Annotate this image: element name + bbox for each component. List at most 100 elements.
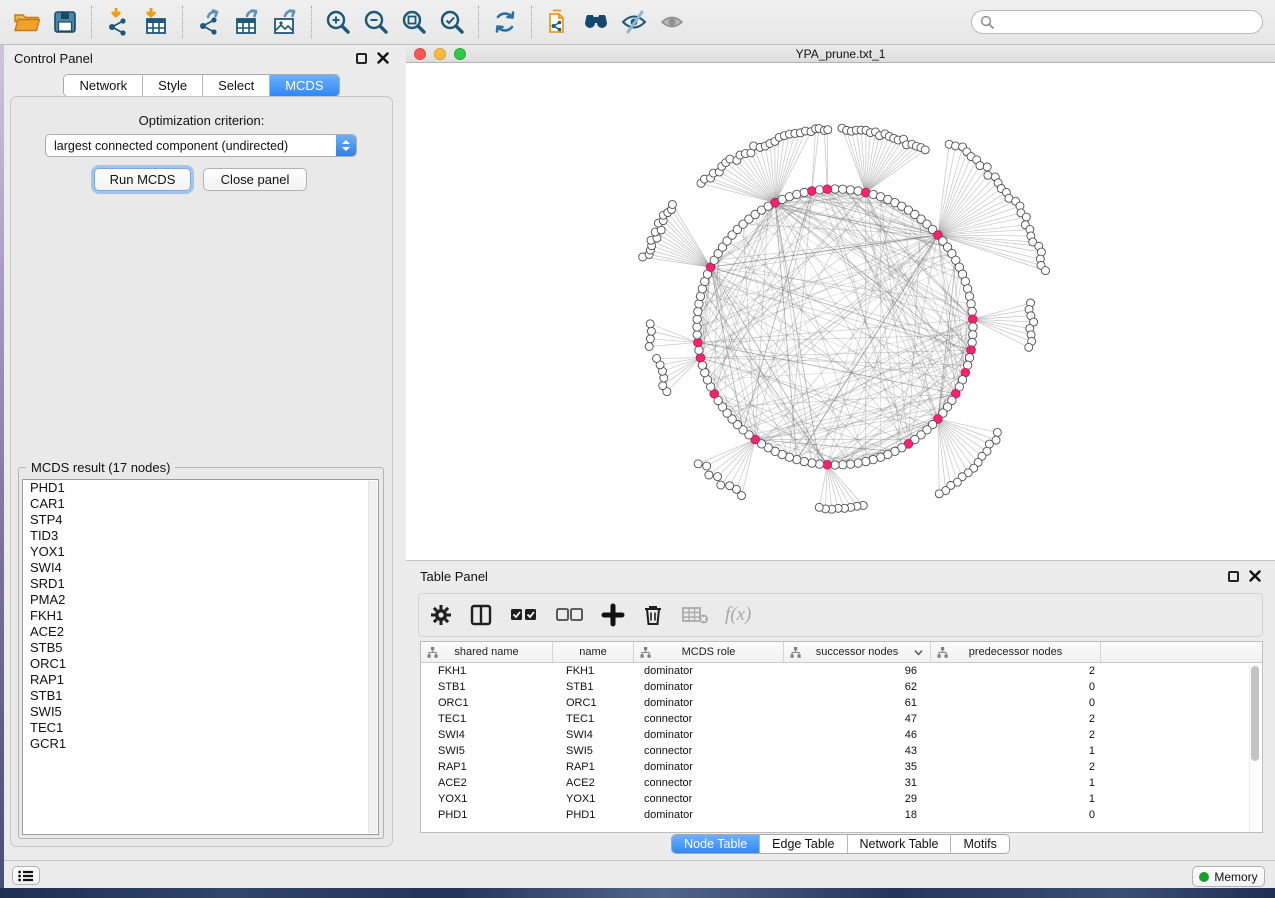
satellite-node[interactable] (921, 146, 929, 154)
satellite-node[interactable] (815, 503, 823, 511)
column-header-predecessor-nodes[interactable]: predecessor nodes (931, 642, 1101, 662)
delete-column-icon[interactable] (641, 603, 665, 627)
mcds-hub-node[interactable] (808, 187, 817, 196)
satellite-node[interactable] (1041, 267, 1049, 275)
ring-node[interactable] (862, 457, 870, 465)
table-row[interactable]: RAP1RAP1dominator352 (421, 759, 1262, 775)
mcds-result-item[interactable]: PMA2 (23, 592, 378, 608)
satellite-node[interactable] (646, 335, 654, 343)
ring-node[interactable] (967, 300, 975, 308)
satellite-node[interactable] (647, 327, 655, 335)
float-panel-icon[interactable] (1228, 571, 1239, 582)
ring-node[interactable] (963, 285, 971, 293)
export-table-button[interactable] (228, 4, 266, 40)
open-file-button[interactable] (8, 4, 46, 40)
tab-network-table[interactable]: Network Table (848, 835, 952, 853)
close-panel-button[interactable]: Close panel (203, 168, 307, 191)
satellite-node[interactable] (645, 343, 653, 351)
satellite-node[interactable] (984, 171, 992, 179)
mcds-result-item[interactable]: GCR1 (23, 736, 378, 752)
mcds-result-item[interactable]: FKH1 (23, 608, 378, 624)
network-graph[interactable] (406, 63, 1275, 560)
ring-node[interactable] (695, 300, 703, 308)
search-input[interactable] (999, 15, 1254, 29)
tab-style[interactable]: Style (143, 75, 203, 96)
first-neighbors-button[interactable] (577, 4, 615, 40)
satellite-node[interactable] (993, 428, 1001, 436)
tab-edge-table[interactable]: Edge Table (760, 835, 847, 853)
tab-select[interactable]: Select (203, 75, 270, 96)
mcds-result-item[interactable]: SWI4 (23, 560, 378, 576)
ring-node[interactable] (793, 190, 801, 198)
satellite-node[interactable] (983, 163, 991, 171)
table-row[interactable]: PHD1PHD1dominator180 (421, 807, 1262, 823)
memory-button[interactable]: Memory (1192, 866, 1265, 887)
table-scrollbar-thumb[interactable] (1251, 666, 1259, 761)
satellite-node[interactable] (668, 200, 676, 208)
mcds-hub-node[interactable] (823, 185, 832, 194)
network-window-titlebar[interactable]: YPA_prune.txt_1 (406, 45, 1275, 63)
ring-node[interactable] (693, 331, 701, 339)
satellite-node[interactable] (1022, 213, 1030, 221)
tab-mcds[interactable]: MCDS (270, 75, 338, 96)
satellite-node[interactable] (659, 382, 667, 390)
ring-node[interactable] (694, 307, 702, 315)
satellite-node[interactable] (1025, 343, 1033, 351)
mcds-hub-node[interactable] (967, 346, 976, 355)
satellite-node[interactable] (703, 462, 711, 470)
satellite-node[interactable] (653, 354, 661, 362)
optimization-criterion-select[interactable]: largest connected component (undirected) (45, 134, 357, 157)
network-search-box[interactable] (971, 10, 1263, 34)
task-history-button[interactable] (12, 866, 40, 885)
save-session-button[interactable] (46, 4, 84, 40)
zoom-selected-button[interactable] (433, 4, 471, 40)
show-all-button[interactable] (653, 4, 691, 40)
mcds-result-item[interactable]: STP4 (23, 512, 378, 528)
mcds-result-item[interactable]: ACE2 (23, 624, 378, 640)
mcds-hub-node[interactable] (696, 353, 705, 362)
ring-node[interactable] (693, 323, 701, 331)
list-scrollbar-track[interactable] (368, 481, 377, 833)
table-row[interactable]: STB1STB1dominator620 (421, 679, 1262, 695)
satellite-node[interactable] (935, 490, 943, 498)
mcds-result-item[interactable]: TEC1 (23, 720, 378, 736)
ring-node[interactable] (808, 459, 816, 467)
mcds-result-item[interactable]: TID3 (23, 528, 378, 544)
mcds-result-item[interactable]: PHD1 (23, 480, 378, 496)
ring-node[interactable] (965, 354, 973, 362)
close-panel-icon[interactable] (1249, 570, 1261, 582)
toggle-panel-columns-icon[interactable] (469, 603, 493, 627)
table-row[interactable]: ACE2ACE2connector311 (421, 775, 1262, 791)
mcds-hub-node[interactable] (694, 338, 703, 347)
mcds-result-item[interactable]: CAR1 (23, 496, 378, 512)
ring-node[interactable] (969, 323, 977, 331)
ring-node[interactable] (696, 292, 704, 300)
column-header-MCDS-role[interactable]: MCDS role (634, 642, 784, 662)
column-header-successor-nodes[interactable]: successor nodes (784, 642, 931, 662)
float-panel-icon[interactable] (356, 53, 367, 64)
ring-node[interactable] (854, 187, 862, 195)
table-row[interactable]: YOX1YOX1connector291 (421, 791, 1262, 807)
table-scrollbar-track[interactable] (1249, 666, 1260, 832)
column-header-shared-name[interactable]: shared name (421, 642, 553, 662)
ring-node[interactable] (800, 188, 808, 196)
table-row[interactable]: ORC1ORC1dominator610 (421, 695, 1262, 711)
ring-node[interactable] (969, 331, 977, 339)
table-row[interactable]: SWI4SWI4dominator462 (421, 727, 1262, 743)
satellite-node[interactable] (694, 460, 702, 468)
ring-node[interactable] (815, 460, 823, 468)
ring-node[interactable] (846, 460, 854, 468)
satellite-node[interactable] (717, 481, 725, 489)
mcds-result-item[interactable]: STB5 (23, 640, 378, 656)
import-network-button[interactable] (99, 4, 137, 40)
tab-network[interactable]: Network (64, 75, 143, 96)
satellite-node[interactable] (705, 471, 713, 479)
run-mcds-button[interactable]: Run MCDS (94, 168, 191, 191)
satellite-node[interactable] (824, 126, 832, 134)
table-row[interactable]: FKH1FKH1dominator962 (421, 663, 1262, 679)
mcds-result-item[interactable]: STB1 (23, 688, 378, 704)
table-row[interactable]: SWI5SWI5connector431 (421, 743, 1262, 759)
ring-node[interactable] (869, 455, 877, 463)
satellite-node[interactable] (976, 162, 984, 170)
ring-node[interactable] (831, 185, 839, 193)
